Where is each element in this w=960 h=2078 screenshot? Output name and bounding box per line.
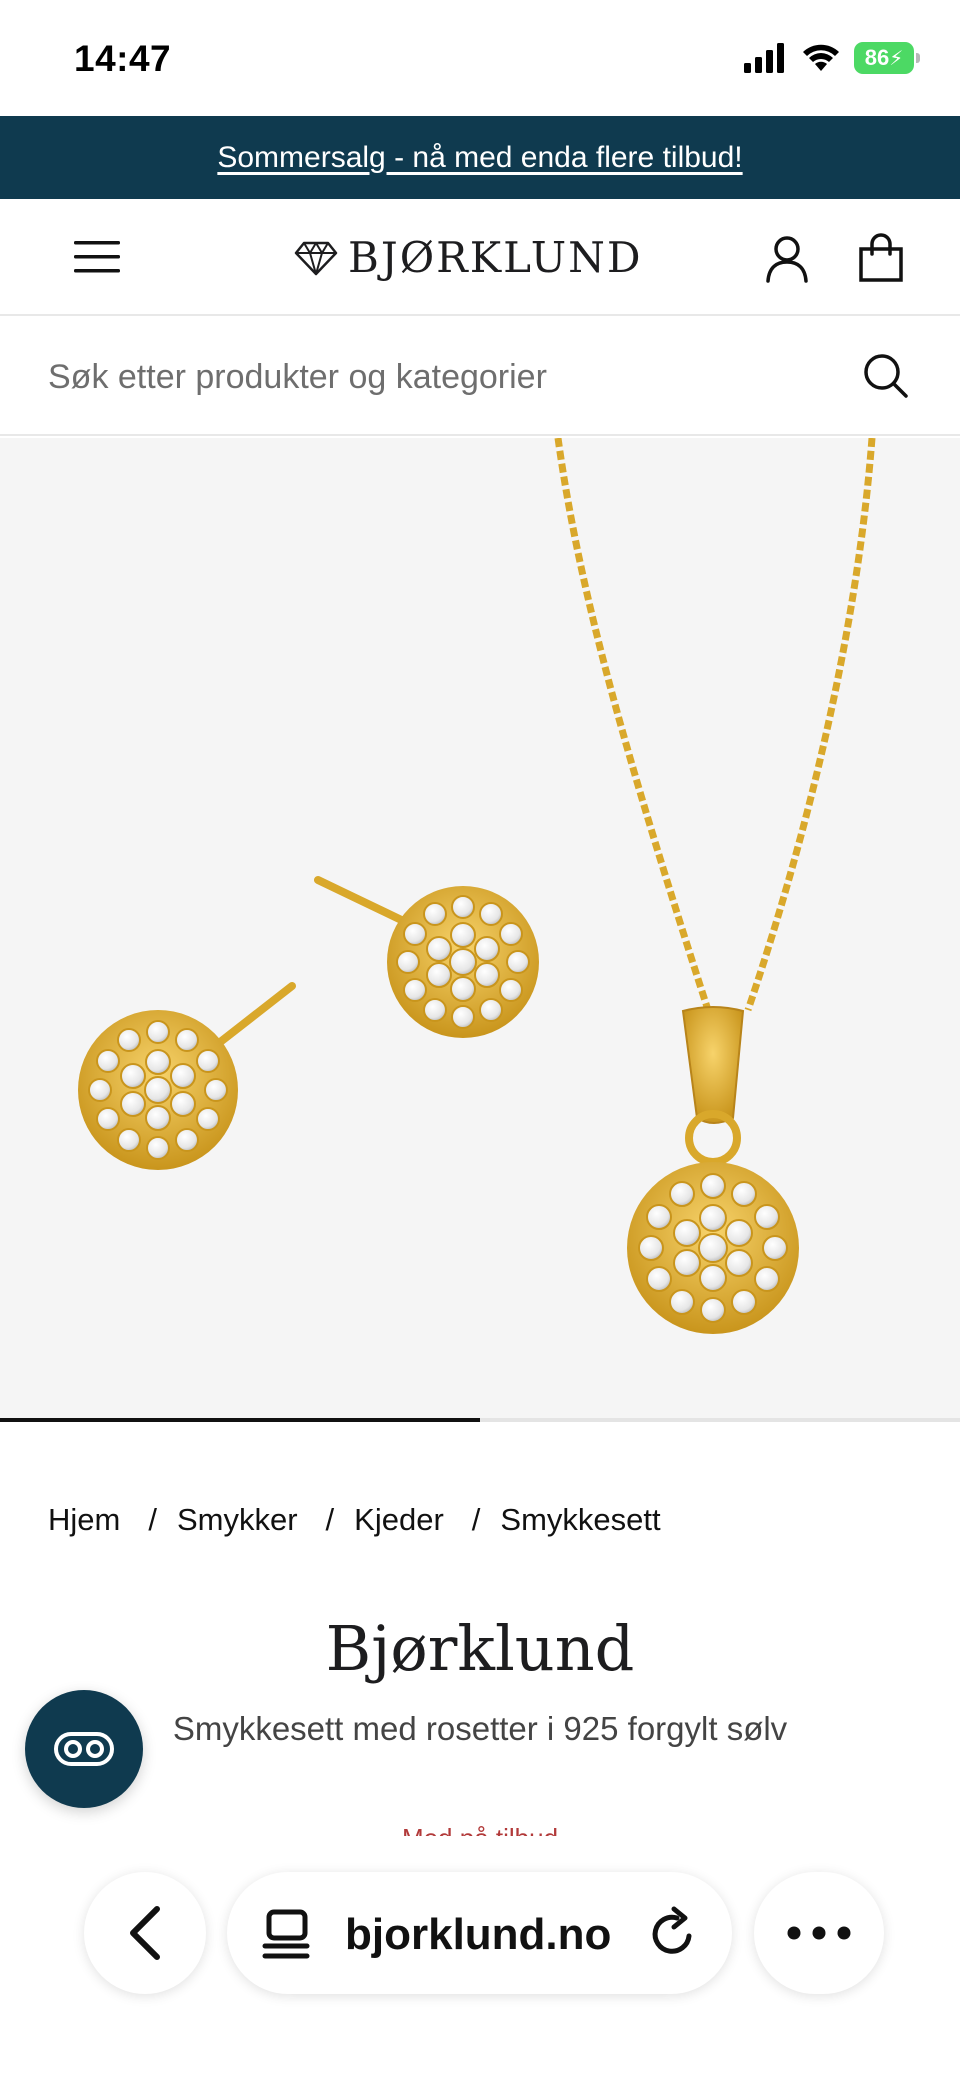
more-icon [787,1926,851,1940]
site-header: BJØRKLUND [0,199,960,316]
gallery-progress [0,1418,960,1422]
breadcrumb-item-hjem[interactable]: Hjem [48,1502,120,1538]
search-icon [864,354,908,398]
search-bar [0,318,960,436]
chat-icon [54,1732,114,1766]
promo-link[interactable]: Sommersalg - nå med enda flere tilbud! [217,141,742,175]
cart-button[interactable] [858,233,904,283]
breadcrumb-item-smykkesett[interactable]: Smykkesett [500,1502,660,1538]
product-title: Smykkesett med rosetter i 925 forgylt sø… [172,1710,788,1747]
breadcrumb-item-kjeder[interactable]: Kjeder [354,1502,444,1538]
reload-icon[interactable] [647,1906,699,1960]
brand-wordmark: BJØRKLUND [348,233,643,282]
account-icon [766,236,808,283]
more-options-button[interactable] [754,1872,884,1994]
wifi-icon [803,44,839,71]
search-input[interactable] [48,342,848,412]
account-button[interactable] [765,235,809,283]
gallery-progress-fill [0,1418,480,1422]
back-chevron-icon [130,1906,160,1960]
breadcrumb-separator: / [148,1502,157,1537]
jewelry-set-image [78,438,876,1334]
product-image[interactable] [0,438,960,1420]
promo-banner: Sommersalg - nå med enda flere tilbud! [0,116,960,199]
signal-icon [744,43,784,73]
url-text: bjorklund.no [345,1910,612,1959]
status-bar: 14:47 86 ⚡ [0,0,960,116]
shopping-bag-icon [859,233,903,282]
diamond-logo-icon [294,241,338,275]
site-logo[interactable]: BJØRKLUND [294,233,643,282]
product-brand[interactable]: Bjørklund [0,1612,960,1685]
breadcrumb-separator: / [471,1502,481,1537]
browser-back-button[interactable] [84,1872,206,1994]
menu-button[interactable] [74,239,120,275]
menu-icon [74,241,120,273]
breadcrumb-separator: / [325,1502,335,1537]
battery-charging-icon: 86 ⚡ [854,42,920,74]
tabs-icon [262,1909,310,1959]
search-button[interactable] [862,352,910,405]
status-icons: 86 ⚡ [744,42,920,74]
breadcrumb-item-smykker[interactable]: Smykker [177,1502,298,1538]
chat-button[interactable] [25,1690,143,1808]
status-time: 14:47 [74,38,172,79]
sale-badge: Med på tilbud [0,1822,960,1836]
breadcrumb: Hjem / Smykker / Kjeder / Smykkesett [48,1502,661,1538]
battery-level: 86 [864,45,890,70]
address-bar[interactable]: bjorklund.no [227,1872,732,1994]
